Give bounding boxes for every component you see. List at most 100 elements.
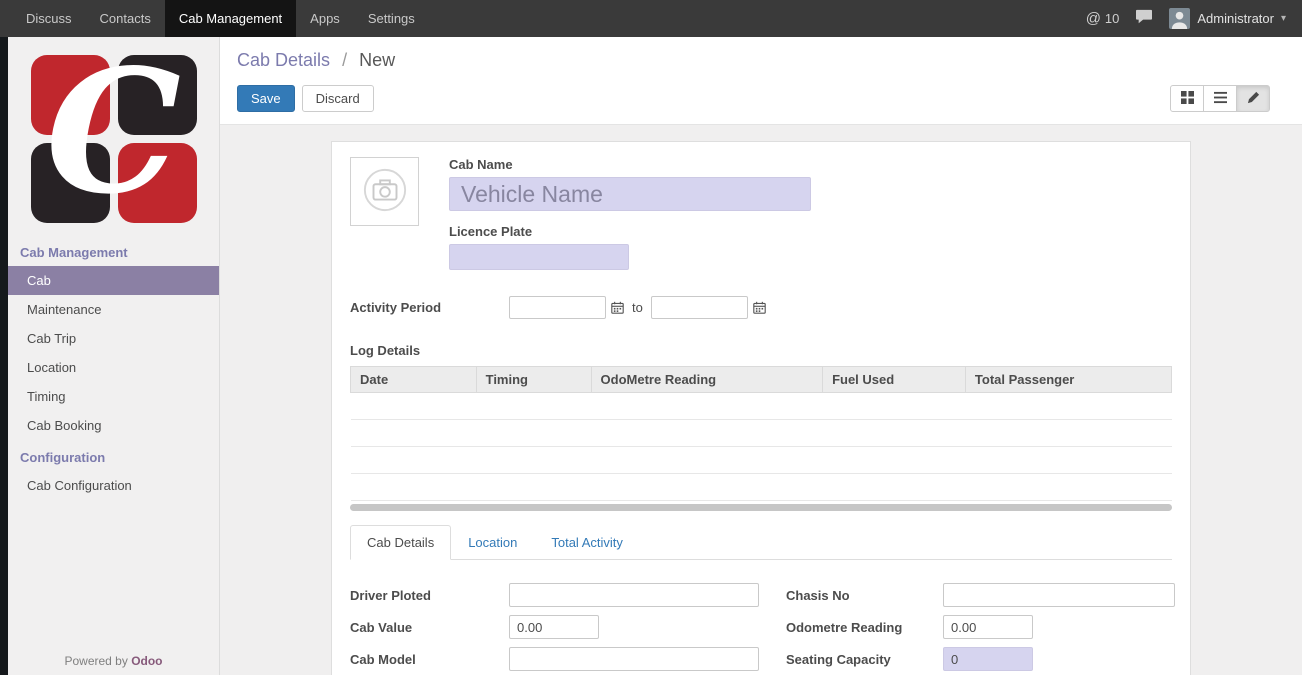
cab-model-label: Cab Model xyxy=(350,652,509,667)
discard-button[interactable]: Discard xyxy=(302,85,374,112)
log-header-row: Date Timing OdoMetre Reading Fuel Used T… xyxy=(351,367,1172,393)
sidebar-section-configuration: Configuration Cab Configuration xyxy=(8,440,219,500)
fields-column-left: Driver Ploted Cab Value Cab Model xyxy=(350,583,786,675)
menu-contacts[interactable]: Contacts xyxy=(86,0,165,37)
licence-plate-input[interactable] xyxy=(449,244,629,270)
activity-start-input[interactable] xyxy=(509,296,606,319)
chasis-no-input[interactable] xyxy=(943,583,1175,607)
sheet-header: Cab Name Licence Plate xyxy=(350,157,1172,270)
top-navbar: Discuss Contacts Cab Management Apps Set… xyxy=(0,0,1302,37)
app-layout: C Cab Management Cab Maintenance Cab Tri… xyxy=(0,37,1302,675)
field-row-seating-capacity: Seating Capacity xyxy=(786,647,1175,671)
sidebar-heading-cab-management: Cab Management xyxy=(8,235,219,266)
tab-total-activity[interactable]: Total Activity xyxy=(534,525,640,560)
log-empty-row xyxy=(351,420,1172,447)
head-fields: Cab Name Licence Plate xyxy=(449,157,811,270)
kanban-view-button[interactable] xyxy=(1170,85,1204,112)
user-menu[interactable]: Administrator ▾ xyxy=(1169,8,1286,29)
cab-image-placeholder[interactable] xyxy=(350,157,419,226)
calendar-icon[interactable] xyxy=(753,301,766,314)
tab-cab-details[interactable]: Cab Details xyxy=(350,525,451,560)
form-sheet: Cab Name Licence Plate Activity Period xyxy=(331,141,1191,675)
seating-capacity-label: Seating Capacity xyxy=(786,652,943,667)
sidebar-item-timing[interactable]: Timing xyxy=(8,382,219,411)
button-row: Save Discard xyxy=(237,85,1286,112)
avatar xyxy=(1169,8,1190,29)
driver-ploted-label: Driver Ploted xyxy=(350,588,509,603)
notebook-tabs: Cab Details Location Total Activity xyxy=(350,525,1172,560)
sidebar-item-cab-booking[interactable]: Cab Booking xyxy=(8,411,219,440)
calendar-icon[interactable] xyxy=(611,301,624,314)
app-logo: C xyxy=(31,55,197,223)
sidebar: C Cab Management Cab Maintenance Cab Tri… xyxy=(8,37,220,675)
log-empty-row xyxy=(351,393,1172,420)
chasis-no-label: Chasis No xyxy=(786,588,943,603)
field-row-cab-model: Cab Model xyxy=(350,647,786,671)
activity-end-input[interactable] xyxy=(651,296,748,319)
menu-discuss[interactable]: Discuss xyxy=(12,0,86,37)
log-col-date[interactable]: Date xyxy=(351,367,477,393)
cab-name-input[interactable] xyxy=(449,177,811,211)
sidebar-item-cab-trip[interactable]: Cab Trip xyxy=(8,324,219,353)
mention-icon: @ xyxy=(1086,10,1101,27)
horizontal-scrollbar[interactable] xyxy=(350,504,1172,511)
seating-capacity-input[interactable] xyxy=(943,647,1033,671)
odometre-reading-label: Odometre Reading xyxy=(786,620,943,635)
logo-square-red xyxy=(118,143,197,223)
log-col-fuel-used[interactable]: Fuel Used xyxy=(823,367,966,393)
list-view-button[interactable] xyxy=(1203,85,1237,112)
menu-cab-management[interactable]: Cab Management xyxy=(165,0,296,37)
tab-content-cab-details: Driver Ploted Cab Value Cab Model xyxy=(350,583,1172,675)
save-button[interactable]: Save xyxy=(237,85,295,112)
chat-bubble-icon xyxy=(1135,9,1153,28)
cab-model-input[interactable] xyxy=(509,647,759,671)
sidebar-item-location[interactable]: Location xyxy=(8,353,219,382)
odoo-brand-link[interactable]: Odoo xyxy=(131,654,162,668)
log-empty-row xyxy=(351,474,1172,501)
cab-value-label: Cab Value xyxy=(350,620,509,635)
main-menu: Discuss Contacts Cab Management Apps Set… xyxy=(0,0,429,37)
breadcrumb-current: New xyxy=(359,50,395,70)
view-switcher xyxy=(1170,85,1270,112)
odometre-reading-input[interactable] xyxy=(943,615,1033,639)
main-area: Cab Details / New Save Discard xyxy=(220,37,1302,675)
logo-squares xyxy=(31,55,197,223)
breadcrumb-parent[interactable]: Cab Details xyxy=(237,50,330,70)
tab-location[interactable]: Location xyxy=(451,525,534,560)
sidebar-item-cab-configuration[interactable]: Cab Configuration xyxy=(8,471,219,500)
field-row-driver-ploted: Driver Ploted xyxy=(350,583,786,607)
content-area: Cab Name Licence Plate Activity Period xyxy=(220,125,1302,675)
camera-icon xyxy=(362,167,408,216)
logo-square-red xyxy=(31,55,110,135)
sidebar-item-cab[interactable]: Cab xyxy=(8,266,219,295)
field-row-chasis-no: Chasis No xyxy=(786,583,1175,607)
cab-value-input[interactable] xyxy=(509,615,599,639)
powered-by-text: Powered by xyxy=(64,654,127,668)
edit-pencil-icon xyxy=(1247,91,1260,107)
breadcrumb-separator: / xyxy=(342,50,347,70)
messages-button[interactable] xyxy=(1135,9,1153,28)
kanban-grid-icon xyxy=(1181,91,1194,107)
user-name: Administrator xyxy=(1197,11,1274,26)
sidebar-section-cab-management: Cab Management Cab Maintenance Cab Trip … xyxy=(8,235,219,440)
field-row-odometre-reading: Odometre Reading xyxy=(786,615,1175,639)
log-col-total-passenger[interactable]: Total Passenger xyxy=(965,367,1171,393)
log-col-odometre-reading[interactable]: OdoMetre Reading xyxy=(591,367,823,393)
log-col-timing[interactable]: Timing xyxy=(476,367,591,393)
control-panel: Cab Details / New Save Discard xyxy=(220,37,1302,125)
form-view-button[interactable] xyxy=(1236,85,1270,112)
breadcrumb: Cab Details / New xyxy=(237,50,1286,71)
logo-square-dark xyxy=(118,55,197,135)
field-row-cab-value: Cab Value xyxy=(350,615,786,639)
mentions-button[interactable]: @ 10 xyxy=(1086,10,1120,27)
menu-settings[interactable]: Settings xyxy=(354,0,429,37)
sidebar-item-maintenance[interactable]: Maintenance xyxy=(8,295,219,324)
menu-apps[interactable]: Apps xyxy=(296,0,354,37)
activity-period-row: Activity Period to xyxy=(350,296,1172,319)
powered-by: Powered by Odoo xyxy=(8,654,219,668)
driver-ploted-input[interactable] xyxy=(509,583,759,607)
list-lines-icon xyxy=(1214,91,1227,107)
topbar-right: @ 10 Administrator ▾ xyxy=(1086,8,1302,29)
range-to-label: to xyxy=(632,300,643,315)
odoo-app-window: Discuss Contacts Cab Management Apps Set… xyxy=(0,0,1302,675)
